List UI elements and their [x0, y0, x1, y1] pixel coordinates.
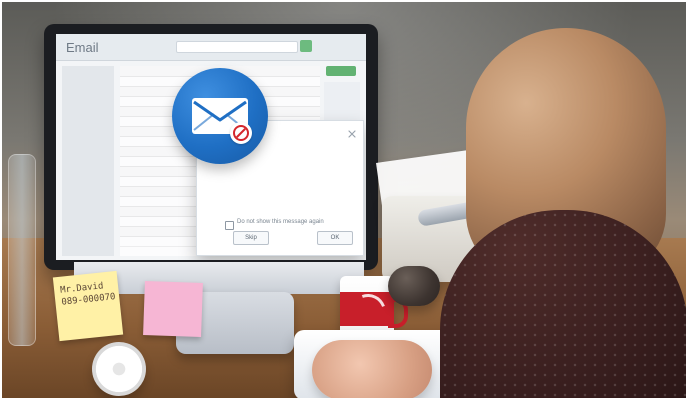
dont-show-again-checkbox	[225, 221, 234, 230]
email-app-title: Email	[66, 40, 99, 55]
blocked-icon	[230, 122, 252, 144]
email-envelope-icon	[172, 68, 268, 164]
skip-button: Skip	[233, 231, 269, 245]
email-search-button	[300, 40, 312, 52]
water-bottle	[8, 154, 36, 346]
person-hand	[312, 340, 432, 400]
tape-roll	[92, 342, 146, 396]
person	[440, 0, 688, 400]
email-app-header: Email	[56, 34, 366, 61]
computer-mouse	[388, 266, 440, 306]
sticky-note-text: Mr.David 089-000070	[59, 281, 116, 308]
coffee-mug	[340, 276, 408, 338]
photo-scene: Email Do not show this message again Ski…	[0, 0, 688, 400]
compose-button	[326, 66, 356, 76]
email-search-input	[176, 41, 298, 53]
dont-show-again-label: Do not show this message again	[237, 219, 324, 225]
sticky-note-pink	[143, 281, 203, 337]
close-icon	[347, 126, 357, 138]
sticky-note-yellow: Mr.David 089-000070	[52, 270, 124, 342]
mail-folder-sidebar	[62, 66, 114, 256]
ok-button: OK	[317, 231, 353, 245]
